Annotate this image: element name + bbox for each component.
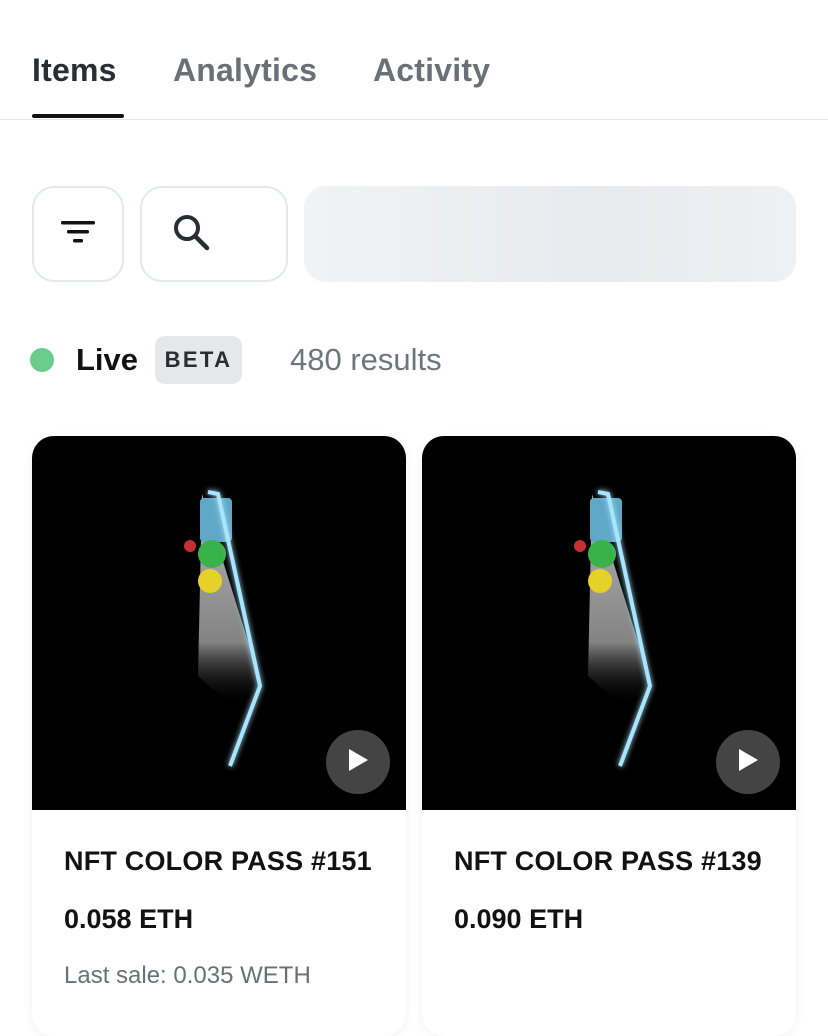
tab-bar: Items Analytics Activity — [0, 0, 828, 120]
item-card[interactable]: NFT COLOR PASS #151 0.058 ETH Last sale:… — [32, 436, 406, 1036]
status-row: Live BETA 480 results — [0, 336, 828, 384]
item-media[interactable] — [32, 436, 406, 810]
play-icon — [737, 748, 759, 777]
item-price: 0.090 ETH — [454, 904, 584, 934]
beta-badge: BETA — [155, 336, 242, 384]
filter-button[interactable] — [32, 186, 124, 282]
play-icon — [347, 748, 369, 777]
results-count: 480 results — [290, 342, 442, 377]
search-icon — [172, 213, 210, 256]
tab-analytics[interactable]: Analytics — [173, 52, 317, 89]
tab-items[interactable]: Items — [32, 52, 117, 89]
live-indicator-dot — [30, 348, 54, 372]
item-last-sale: Last sale: 0.035 WETH — [64, 962, 311, 989]
item-title: NFT COLOR PASS #151 — [64, 846, 372, 876]
filter-icon — [61, 219, 95, 250]
play-button[interactable] — [716, 730, 780, 794]
item-media[interactable] — [422, 436, 796, 810]
play-button[interactable] — [326, 730, 390, 794]
item-card[interactable]: NFT COLOR PASS #139 0.090 ETH — [422, 436, 796, 1036]
search-button[interactable] — [140, 186, 288, 282]
active-tab-indicator — [32, 114, 124, 118]
item-price: 0.058 ETH — [64, 904, 194, 934]
item-title: NFT COLOR PASS #139 — [454, 846, 762, 876]
live-label: Live — [76, 342, 139, 377]
loading-placeholder — [304, 186, 796, 282]
tab-activity[interactable]: Activity — [373, 52, 490, 89]
toolbar — [0, 186, 828, 282]
